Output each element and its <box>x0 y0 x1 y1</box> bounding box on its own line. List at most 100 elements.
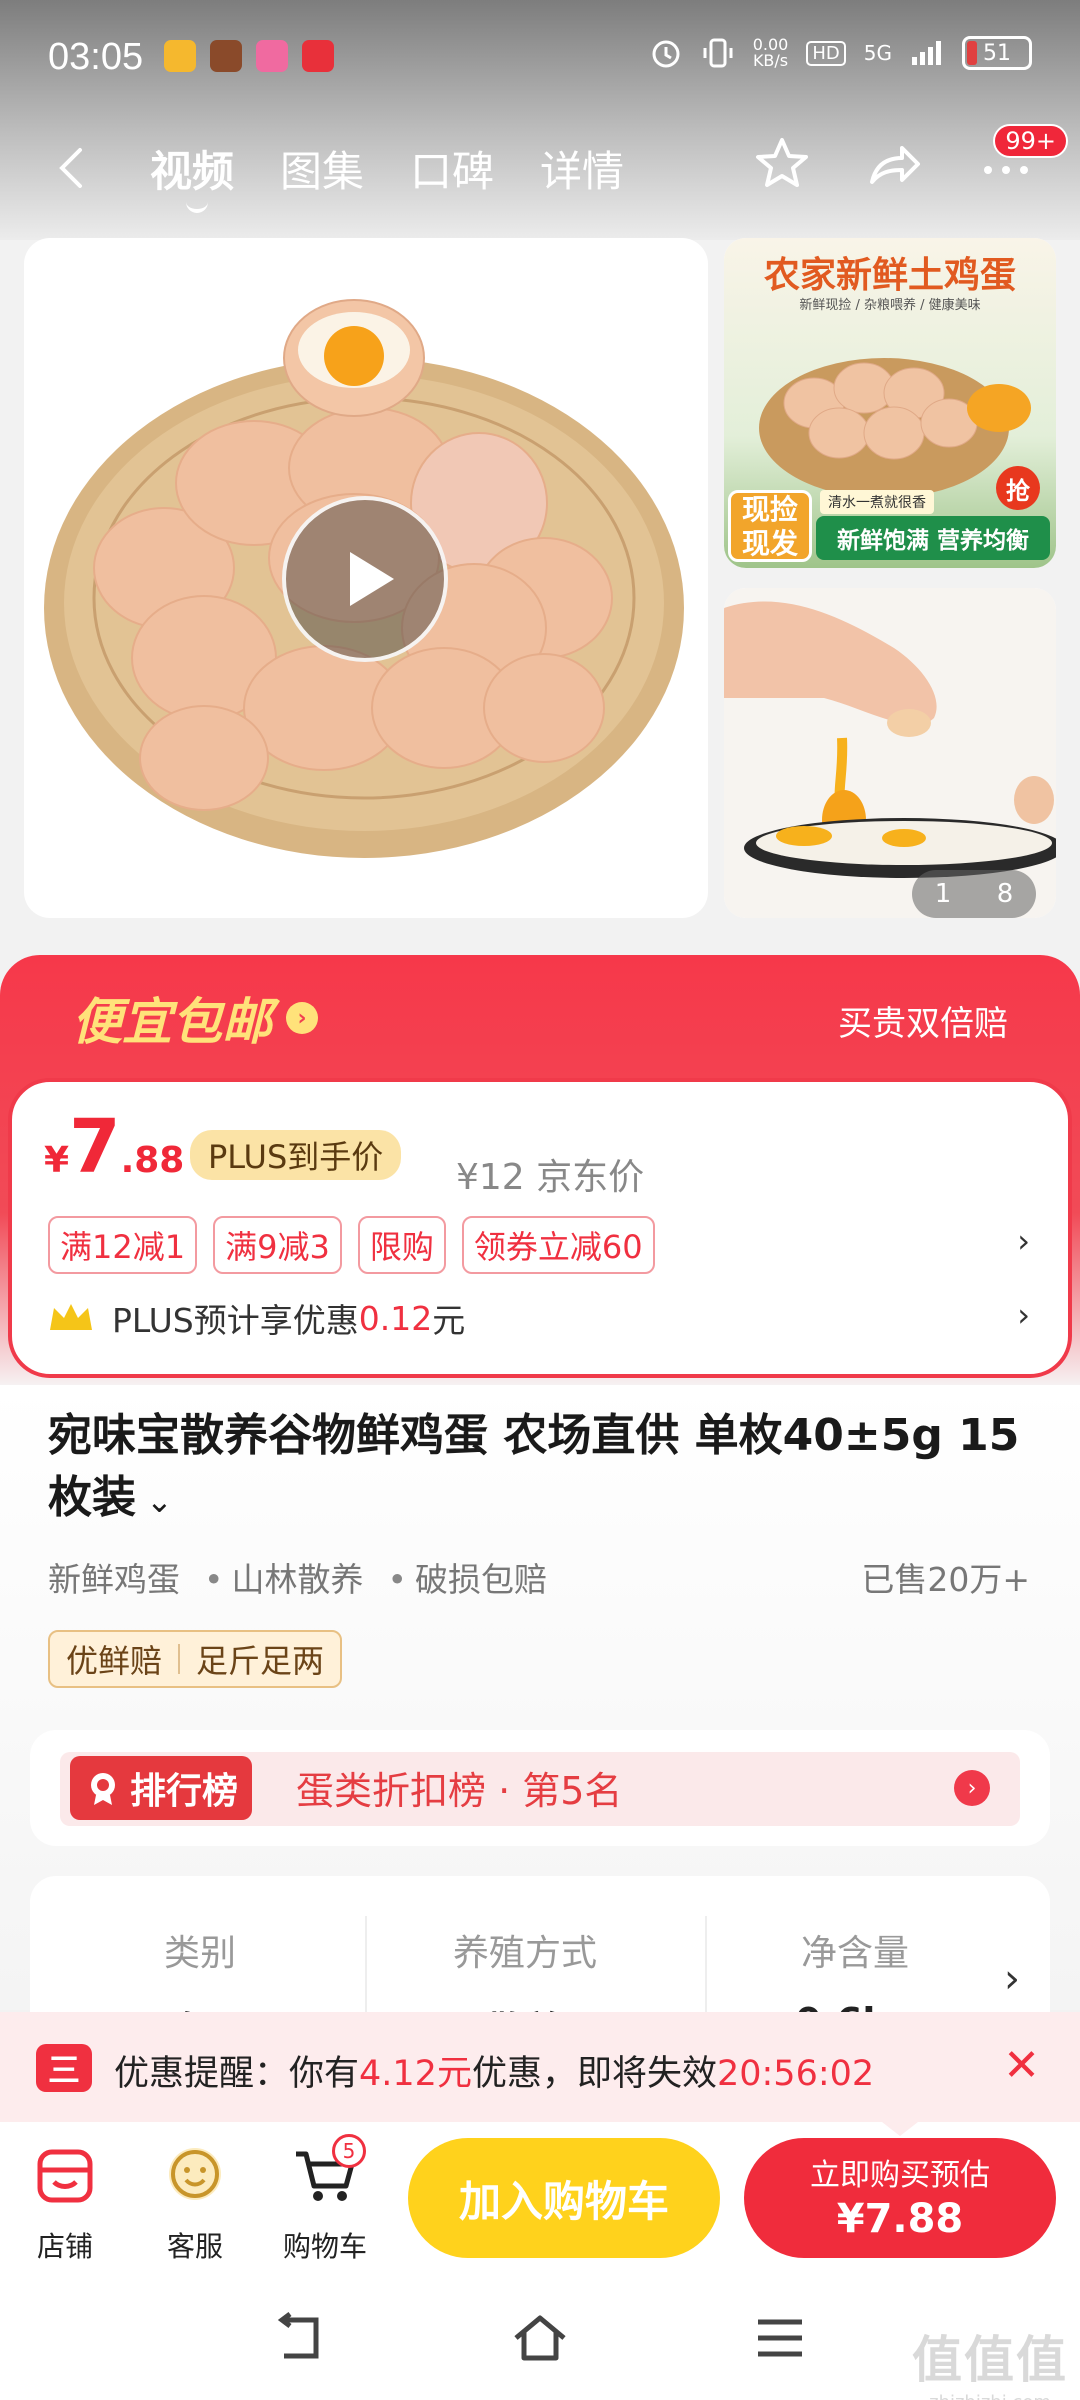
message-badge: 99+ <box>993 124 1068 158</box>
product-title[interactable]: 宛味宝散养谷物鲜鸡蛋 农场直供 单枚40±5g 15枚装 ⌄ <box>48 1405 1038 1532</box>
plus-discount-unit: 元 <box>432 1301 466 1340</box>
feature-item: • 山林散养 <box>204 1560 364 1599</box>
buy-now-label: 立即购买预估 <box>810 2158 990 2193</box>
cart-count-badge: 5 <box>332 2134 366 2168</box>
page-total: 8 <box>996 879 1014 909</box>
battery-level: 51 <box>983 40 1011 66</box>
page-current: 1 <box>934 879 952 909</box>
coupon-chevron-icon[interactable]: › <box>1017 1222 1030 1260</box>
play-button[interactable] <box>282 496 448 662</box>
shop-label: 店铺 <box>36 2230 93 2263</box>
reminder-middle: 优惠，即将失效 <box>471 2054 717 2094</box>
main-video-preview[interactable] <box>24 238 708 918</box>
notification-icons <box>164 40 334 72</box>
tab-details[interactable]: 详情 <box>540 138 624 199</box>
coupon-icon: 三 <box>36 2044 92 2092</box>
coupon-list[interactable]: 满12减1 满9减3 限购 领券立减60 <box>48 1216 655 1274</box>
product-title-text: 宛味宝散养谷物鲜鸡蛋 农场直供 单枚40±5g 15枚装 <box>48 1410 1020 1523</box>
back-arrow-icon[interactable] <box>44 138 104 198</box>
egg-basket-thumbnail <box>759 358 1031 498</box>
chevron-right-icon[interactable]: › <box>1004 1956 1020 2002</box>
vibrate-icon <box>703 38 733 68</box>
reminder-prefix: 优惠提醒：你有 <box>114 2054 360 2094</box>
guarantee-tag: 足斤足两 <box>196 1642 325 1680</box>
ranking-text: 蛋类折扣榜 · 第5名 <box>296 1769 623 1813</box>
buy-now-price: ¥7.88 <box>836 2196 964 2242</box>
chevron-right-icon: › <box>286 1002 318 1034</box>
gallery-page-counter: 1 8 <box>912 870 1036 918</box>
feature-item: • 破损包赔 <box>387 1560 547 1599</box>
add-to-cart-button[interactable]: 加入购物车 <box>408 2138 720 2258</box>
close-icon[interactable]: ✕ <box>1003 2040 1040 2091</box>
play-icon <box>350 552 394 606</box>
reminder-amount: 4.12元 <box>359 2054 472 2094</box>
plus-price-tag: PLUS到手价 <box>190 1130 402 1180</box>
share-button[interactable] <box>860 130 928 198</box>
thumbnail-banner: 新鲜饱满 营养均衡 <box>816 516 1050 560</box>
customer-service-label: 客服 <box>166 2230 223 2263</box>
plus-discount-amount: 0.12 <box>358 1298 433 1338</box>
ranking-tag: 排行榜 <box>70 1756 253 1820</box>
coupon-tag[interactable]: 满9减3 <box>213 1216 342 1274</box>
gallery-thumbnail-1[interactable]: 农家新鲜土鸡蛋 新鲜现捡 / 杂粮喂养 / 健康美味 清水一煮就很香 现捡现发 … <box>724 238 1056 568</box>
shop-button[interactable]: 店铺 <box>10 2140 120 2265</box>
status-time: 03:05 <box>48 36 144 78</box>
gallery-thumbnail-2[interactable] <box>724 588 1056 918</box>
guarantee-tags[interactable]: 优鲜赔 足斤足两 <box>48 1630 343 1688</box>
app-notification-icon <box>164 40 196 72</box>
system-back-icon[interactable] <box>270 2310 330 2366</box>
guarantee-tag: 优鲜赔 <box>66 1642 163 1680</box>
buy-now-button[interactable]: 立即购买预估 ¥7.88 <box>744 2138 1056 2258</box>
customer-service-icon <box>169 2148 221 2200</box>
product-features: 新鲜鸡蛋 • 山林散养 • 破损包赔 <box>48 1553 547 1601</box>
coupon-tag[interactable]: 领券立减60 <box>461 1216 655 1274</box>
signal-icon <box>912 41 941 65</box>
favorite-button[interactable] <box>748 130 816 198</box>
promo-title[interactable]: 便宜包邮 › <box>72 982 318 1054</box>
tab-reviews[interactable]: 口碑 <box>410 138 494 199</box>
tab-gallery[interactable]: 图集 <box>280 138 364 199</box>
plus-chevron-icon[interactable]: › <box>1017 1296 1030 1334</box>
system-menu-icon[interactable] <box>750 2310 810 2366</box>
speed-unit: KB/s <box>752 51 789 70</box>
ranking-arrow-icon[interactable]: › <box>954 1770 990 1806</box>
watermark-url: zhizhizhi.com <box>912 2392 1068 2400</box>
ranking-tag-label: 排行榜 <box>130 1771 239 1812</box>
jd-price: ¥12 京东价 <box>456 1157 645 1198</box>
trophy-icon <box>91 1773 115 1805</box>
xiaohongshu-notification-icon <box>302 40 334 72</box>
system-home-icon[interactable] <box>510 2310 570 2366</box>
share-icon <box>870 146 920 184</box>
divider <box>365 1916 367 2026</box>
battery-icon: 51 <box>962 36 1032 70</box>
chevron-down-icon[interactable]: ⌄ <box>146 1482 173 1520</box>
price-decimal: .88 <box>120 1140 185 1181</box>
spec-label: 净含量 <box>800 1933 909 1974</box>
watermark: 值值值 zhizhizhi.com <box>912 2320 1068 2400</box>
thumbnail-grab-badge: 抢 <box>996 466 1040 510</box>
network-speed: 0.00 KB/s <box>753 37 789 69</box>
cart-button[interactable]: 5 购物车 <box>270 2134 380 2265</box>
price-guarantee[interactable]: 买贵双倍赔 <box>838 996 1008 1045</box>
game-notification-icon <box>210 40 242 72</box>
customer-service-button[interactable]: 客服 <box>140 2140 250 2265</box>
status-indicators: 0.00 KB/s HD 5G 51 <box>649 36 1032 70</box>
star-icon <box>756 138 808 187</box>
spec-label: 类别 <box>163 1933 236 1974</box>
plus-discount-text: PLUS预计享优惠 <box>112 1301 359 1340</box>
promo-title-text: 便宜包邮 <box>72 993 272 1051</box>
egg-cracking-image <box>724 588 1056 918</box>
watermark-logo: 值值值 <box>912 2331 1068 2389</box>
plus-discount-row[interactable]: PLUS预计享优惠 0.12 元 <box>48 1294 465 1342</box>
tab-video[interactable]: 视频 <box>150 138 234 213</box>
shop-icon <box>37 2149 93 2203</box>
thumbnail-title: 农家新鲜土鸡蛋 <box>763 255 1016 296</box>
coupon-tag[interactable]: 满12减1 <box>48 1216 198 1274</box>
app-notification-icon <box>256 40 288 72</box>
coupon-tag[interactable]: 限购 <box>357 1216 446 1274</box>
reminder-countdown: 20:56:02 <box>716 2054 875 2094</box>
sold-count: 已售20万+ <box>861 1560 1030 1599</box>
crown-icon <box>50 1304 92 1330</box>
current-price: ¥ 7 .88 <box>44 1110 184 1184</box>
thumbnail-caption: 清水一煮就很香 <box>820 490 934 514</box>
